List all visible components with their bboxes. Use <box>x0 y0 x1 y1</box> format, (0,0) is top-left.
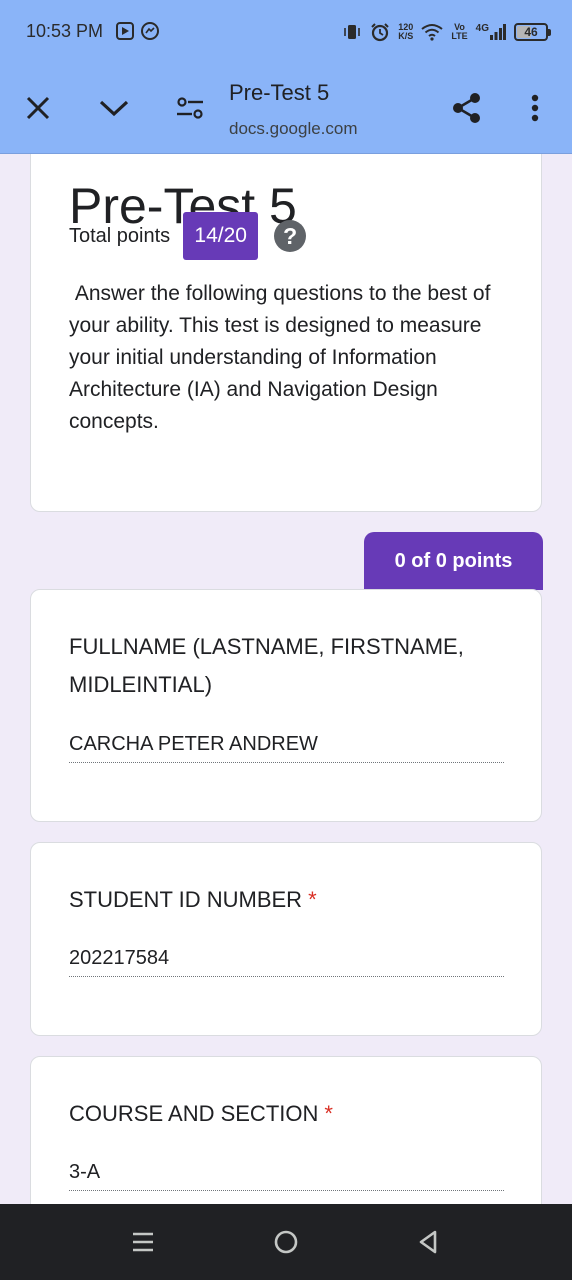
network-speed: 120 K/S <box>398 23 413 41</box>
chevron-down-icon <box>99 100 129 117</box>
wifi-icon <box>421 24 443 41</box>
network-type: 4G <box>475 23 489 34</box>
signal-bars-icon <box>490 24 506 40</box>
alarm-icon <box>371 23 389 42</box>
form-header-card: Pre-Test 5 Total points 14/20 ? Answer t… <box>30 154 542 512</box>
help-icon[interactable]: ? <box>274 220 307 252</box>
question-title: COURSE AND SECTION * <box>69 1095 519 1133</box>
volte-bottom: LTE <box>451 31 468 41</box>
home-button[interactable] <box>266 1222 306 1262</box>
more-options-button[interactable] <box>511 84 559 132</box>
answer-field-fullname[interactable]: CARCHA PETER ANDREW <box>69 733 504 763</box>
question-title-text: STUDENT ID NUMBER <box>69 887 303 912</box>
tune-icon <box>177 97 203 119</box>
share-button[interactable] <box>443 84 491 132</box>
battery-level: 46 <box>524 25 538 39</box>
answer-field-student-id[interactable]: 202217584 <box>69 947 504 977</box>
video-app-icon <box>116 22 134 40</box>
form-description: Answer the following questions to the be… <box>69 282 497 433</box>
cell-signal: 4G <box>476 24 506 40</box>
close-button[interactable] <box>14 84 62 132</box>
more-vert-icon <box>531 94 539 122</box>
status-bar: 10:53 PM 120 K/S Vo LTE 4G 46 <box>0 0 572 64</box>
browser-page-title: Pre-Test 5 <box>229 80 330 105</box>
back-button[interactable] <box>408 1222 448 1262</box>
system-navigation-bar <box>0 1204 572 1280</box>
required-asterisk: * <box>324 1101 333 1126</box>
messenger-icon <box>141 22 159 40</box>
network-speed-unit: K/S <box>398 31 414 41</box>
vibrate-icon <box>344 25 361 39</box>
question-title-text: FULLNAME (LASTNAME, FIRSTNAME, MIDLEINTI… <box>69 634 464 697</box>
status-time: 10:53 PM <box>26 21 104 41</box>
share-icon <box>453 93 480 123</box>
minimize-tab-button[interactable] <box>90 84 138 132</box>
home-circle-icon <box>274 1230 298 1254</box>
browser-top-bar: 10:53 PM 120 K/S Vo LTE 4G 46 Pre-Test 5… <box>0 0 572 154</box>
total-points-label: Total points <box>69 224 171 247</box>
volte-indicator: Vo LTE <box>451 23 467 41</box>
recents-button[interactable] <box>123 1222 163 1262</box>
question-title: FULLNAME (LASTNAME, FIRSTNAME, MIDLEINTI… <box>69 628 519 704</box>
question-card-course-section: COURSE AND SECTION * 3-A <box>30 1056 542 1204</box>
question-card-fullname: FULLNAME (LASTNAME, FIRSTNAME, MIDLEINTI… <box>30 589 542 822</box>
question-card-student-id: STUDENT ID NUMBER * 202217584 <box>30 842 542 1036</box>
menu-lines-icon <box>133 1232 153 1252</box>
question-title-text: COURSE AND SECTION <box>69 1101 319 1126</box>
browser-url[interactable]: docs.google.com <box>229 119 358 139</box>
question-title: STUDENT ID NUMBER * <box>69 881 519 919</box>
battery-indicator: 46 <box>514 23 551 41</box>
answer-field-course-section[interactable]: 3-A <box>69 1161 504 1191</box>
form-content[interactable]: Pre-Test 5 Total points 14/20 ? Answer t… <box>0 154 572 1204</box>
score-badge: 14/20 <box>183 212 259 260</box>
total-points-row: Total points 14/20 ? <box>69 212 307 260</box>
section-points-badge: 0 of 0 points <box>364 532 543 590</box>
required-asterisk: * <box>308 887 317 912</box>
back-triangle-icon <box>419 1230 437 1254</box>
page-settings-button[interactable] <box>166 84 214 132</box>
status-indicators: 120 K/S Vo LTE 4G 46 <box>342 19 551 45</box>
close-icon <box>26 96 50 120</box>
